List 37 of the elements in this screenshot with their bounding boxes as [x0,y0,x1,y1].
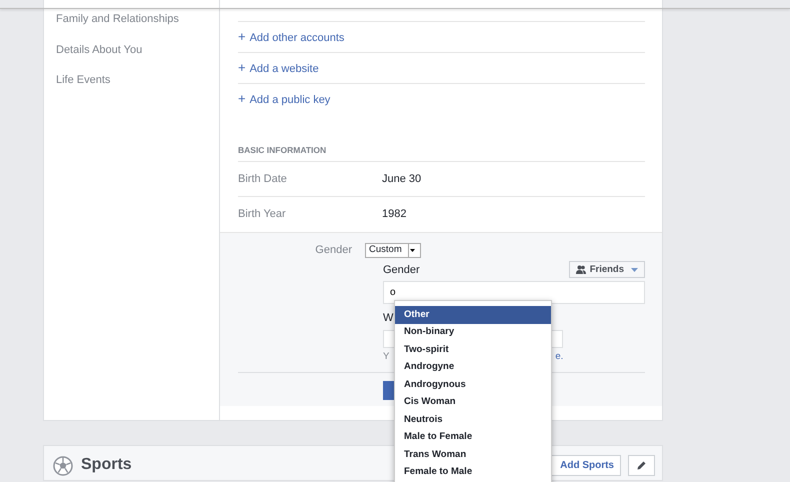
field-label: Birth Date [238,172,288,186]
add-link[interactable]: + Add a public key [238,89,330,109]
add-link[interactable]: + Add other accounts [238,27,344,47]
field-value: June 30 [382,172,422,186]
menu-item[interactable]: Female to Male [395,464,551,482]
gender-input[interactable]: o [383,281,645,304]
hint-text: Y [383,350,390,364]
field-value: 1982 [382,207,406,222]
caret-icon [408,244,417,256]
menu-item[interactable]: Male to Female [395,428,551,446]
add-sports-button[interactable]: Add Sports [549,455,621,476]
menu-item[interactable]: Androgynous [395,376,551,394]
sidebar-item[interactable]: Life Events [56,72,110,102]
add-link[interactable]: + Add a website [238,58,319,78]
menu-item[interactable]: Non-binary [395,324,551,342]
field-label: W [383,311,394,326]
field-label: Gender [314,242,353,258]
menu-item[interactable]: Other [395,306,551,324]
menu-item[interactable]: Neutrois [395,411,551,429]
audience-button[interactable]: Friends [568,261,645,278]
menu-item[interactable]: Androgyne [395,358,551,376]
section-title: Sports [81,455,132,475]
field-label: Birth Year [238,207,287,222]
menu-item[interactable]: Two-spirit [395,341,551,359]
section-heading: BASIC INFORMATION [238,124,645,162]
field-label: Gender [383,262,420,278]
edit-button[interactable] [628,455,655,476]
menu-item[interactable]: Cis Woman [395,394,551,412]
people-icon [576,265,586,274]
soccer-ball-icon [53,456,73,476]
sidebar-item[interactable]: Family and Relationships [56,11,179,42]
pencil-icon [637,461,646,470]
hint-link[interactable]: e. [555,350,564,364]
gender-select[interactable]: Custom [365,242,421,258]
menu-item[interactable]: Trans Woman [395,446,551,464]
sidebar-item[interactable]: Details About You [56,42,142,72]
caret-icon [631,268,638,272]
